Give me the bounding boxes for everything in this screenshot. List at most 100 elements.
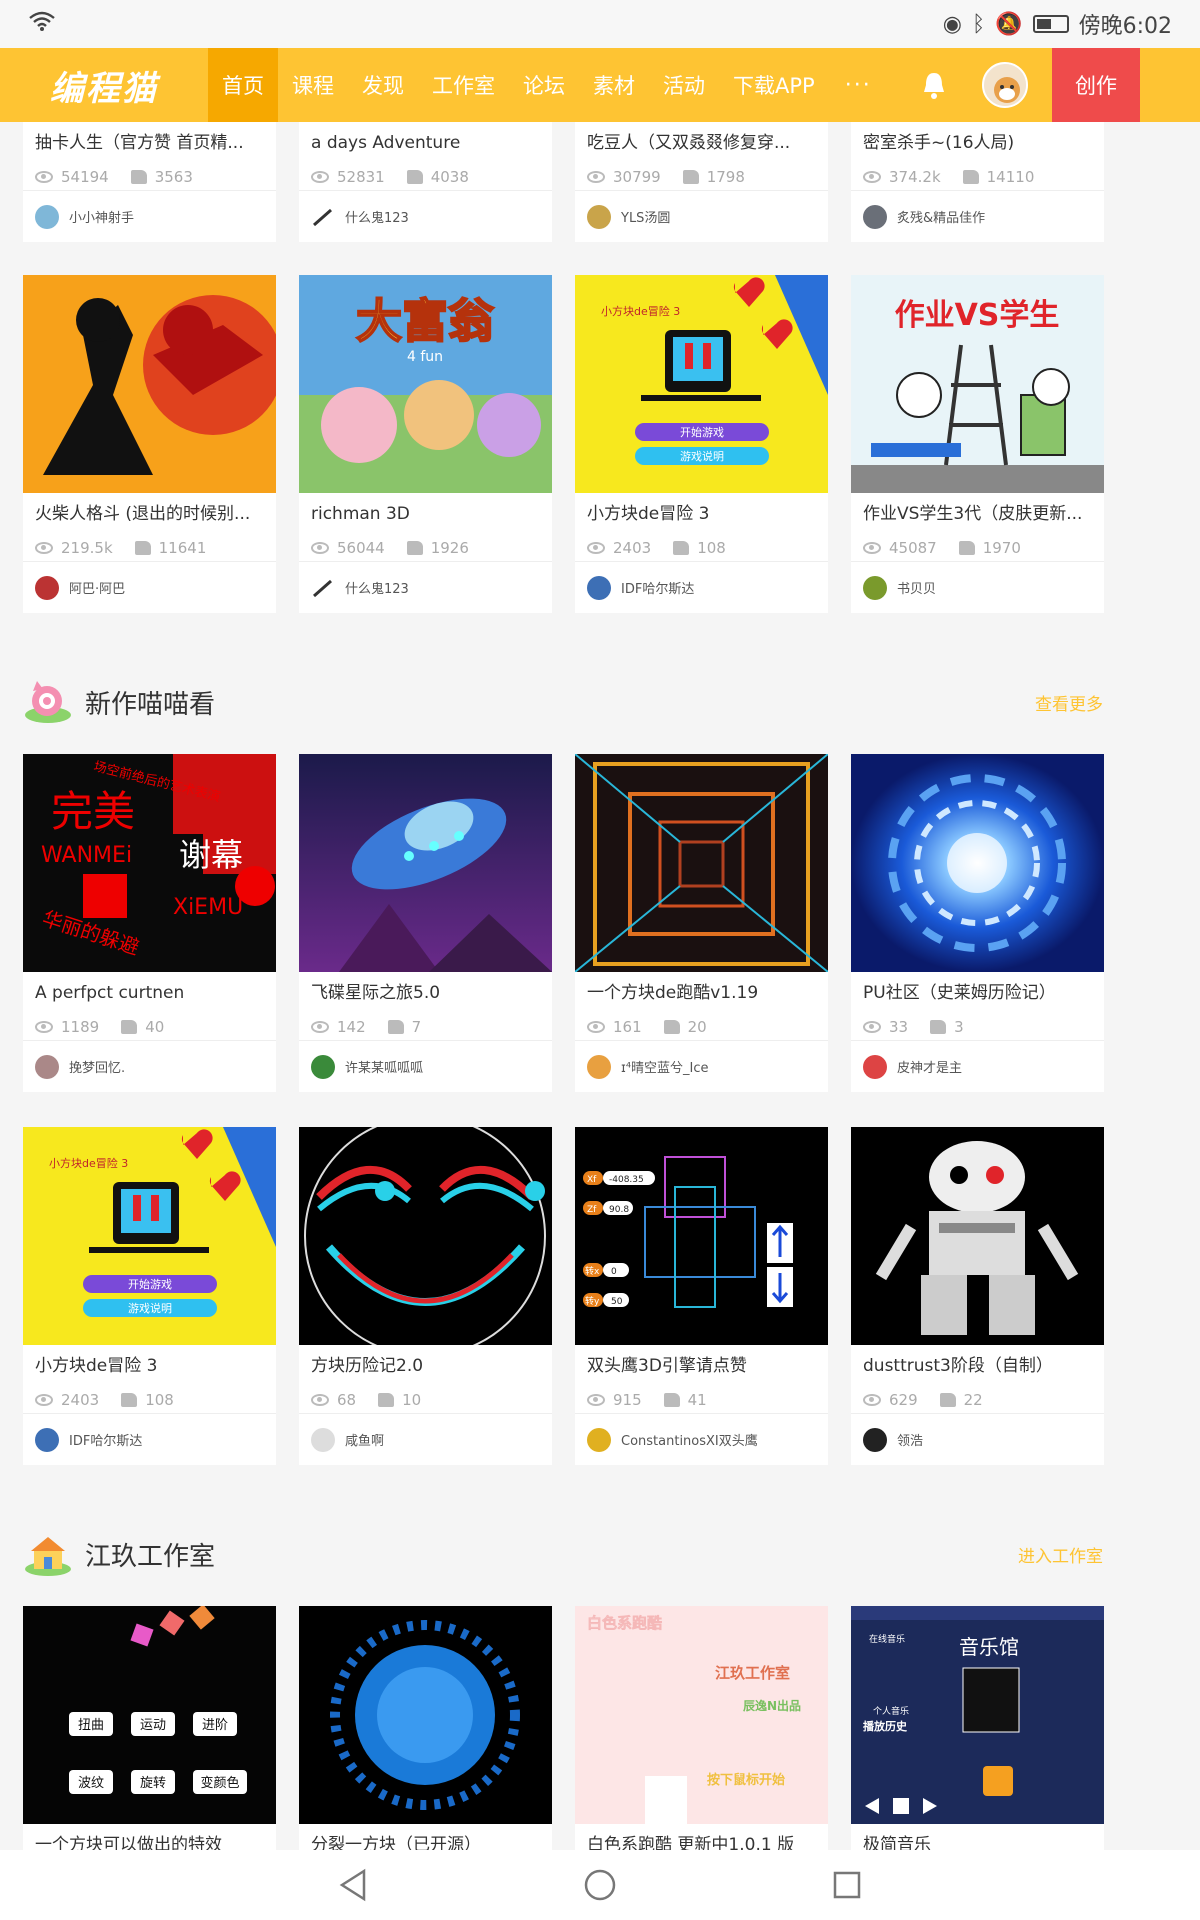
author-name[interactable]: 皮神才是主: [897, 1057, 962, 1076]
nav-events[interactable]: 活动: [649, 48, 719, 122]
work-card[interactable]: 抽卡人生（官方赞 首页精... 54194 3563 小小神射手: [23, 122, 276, 242]
recents-icon[interactable]: [830, 1868, 864, 1902]
work-card[interactable]: 完美 WANMEi 谢幕 XiEMU 华丽的躲避 场空前绝后的艺术表演 A perfpct…: [23, 754, 276, 1092]
author-name[interactable]: ɪ⁴晴空蓝兮_Ice: [621, 1057, 709, 1076]
work-card[interactable]: 飞碟星际之旅5.0 142 7 许某某呱呱呱: [299, 754, 552, 1092]
work-title[interactable]: 火柴人格斗 (退出的时候别...: [23, 493, 276, 535]
work-card[interactable]: 小方块de冒险 3 开始游戏 游戏说明 小方块de冒险 3 2403 108 IDF哈…: [23, 1127, 276, 1465]
back-icon[interactable]: [336, 1868, 370, 1902]
nav-courses[interactable]: 课程: [278, 48, 348, 122]
author-avatar[interactable]: [587, 204, 611, 229]
author-name[interactable]: IDF哈尔斯达: [69, 1430, 142, 1449]
author-name[interactable]: 炙残&精品佳作: [897, 207, 985, 226]
author-avatar[interactable]: [35, 204, 59, 229]
work-card[interactable]: 一个方块de跑酷v1.19 161 20 ɪ⁴晴空蓝兮_Ice: [575, 754, 828, 1092]
author-name[interactable]: YLS汤圆: [621, 207, 670, 226]
work-card[interactable]: 白色系跑酷 江玖工作室 辰逸N出品 按下鼠标开始 白色系跑酷 更新中1.0.1 版: [575, 1606, 828, 1850]
work-thumbnail[interactable]: 小方块de冒险 3 开始游戏 游戏说明: [23, 1127, 276, 1345]
create-button[interactable]: 创作: [1052, 48, 1140, 122]
work-card[interactable]: 分裂一方块（已开源）: [299, 1606, 552, 1850]
author-name[interactable]: 阿巴·阿巴: [69, 578, 125, 597]
nav-studio[interactable]: 工作室: [418, 48, 509, 122]
author-avatar[interactable]: [587, 1427, 611, 1452]
brush-icon[interactable]: [311, 575, 335, 600]
author-avatar[interactable]: [587, 575, 611, 600]
work-thumbnail[interactable]: [851, 754, 1104, 972]
work-title[interactable]: 密室杀手~(16人局): [851, 122, 1104, 164]
work-thumbnail[interactable]: [299, 1127, 552, 1345]
work-thumbnail[interactable]: [575, 754, 828, 972]
work-title[interactable]: 白色系跑酷 更新中1.0.1 版: [575, 1824, 828, 1850]
work-title[interactable]: 一个方块de跑酷v1.19: [575, 972, 828, 1014]
work-title[interactable]: 方块历险记2.0: [299, 1345, 552, 1387]
author-name[interactable]: 咸鱼啊: [345, 1430, 384, 1449]
work-title[interactable]: 抽卡人生（官方赞 首页精...: [23, 122, 276, 164]
author-avatar[interactable]: [35, 1427, 59, 1452]
author-avatar[interactable]: [863, 204, 887, 229]
work-card[interactable]: dusttrust3阶段（自制） 629 22 领浩: [851, 1127, 1104, 1465]
work-title[interactable]: PU社区（史莱姆历险记）: [851, 972, 1104, 1014]
work-thumbnail[interactable]: 扭曲 运动 进阶 波纹 旋转 变颜色: [23, 1606, 276, 1824]
work-title[interactable]: richman 3D: [299, 493, 552, 535]
work-thumbnail[interactable]: Xf -408.35 Zf 90.8 转x 0 转y 50: [575, 1127, 828, 1345]
work-card[interactable]: 吃豆人（又双叒叕修复穿... 30799 1798 YLS汤圆: [575, 122, 828, 242]
work-title[interactable]: dusttrust3阶段（自制）: [851, 1345, 1104, 1387]
nav-download-app[interactable]: 下载APP: [719, 48, 829, 122]
work-card[interactable]: 火柴人格斗 (退出的时候别... 219.5k 11641 阿巴·阿巴: [23, 275, 276, 613]
work-card[interactable]: Xf -408.35 Zf 90.8 转x 0 转y 50 双头鹰3D引擎请点赞 915 41 …: [575, 1127, 828, 1465]
work-title[interactable]: 小方块de冒险 3: [575, 493, 828, 535]
work-title[interactable]: 一个方块可以做出的特效: [23, 1824, 276, 1850]
work-card[interactable]: 方块历险记2.0 68 10 咸鱼啊: [299, 1127, 552, 1465]
work-thumbnail[interactable]: [851, 1127, 1104, 1345]
nav-forum[interactable]: 论坛: [509, 48, 579, 122]
author-avatar[interactable]: [311, 1427, 335, 1452]
author-name[interactable]: 领浩: [897, 1430, 923, 1449]
work-card[interactable]: 大富翁 4 fun richman 3D 56044 1926 什么鬼123: [299, 275, 552, 613]
work-title[interactable]: 小方块de冒险 3: [23, 1345, 276, 1387]
author-avatar[interactable]: [587, 1054, 611, 1079]
site-logo[interactable]: 编程猫: [0, 61, 208, 110]
author-name[interactable]: 什么鬼123: [345, 578, 409, 597]
work-card[interactable]: 密室杀手~(16人局) 374.2k 14110 炙残&精品佳作: [851, 122, 1104, 242]
bell-icon[interactable]: [914, 65, 954, 105]
work-card[interactable]: 作业VS学生 作业VS学生3代（皮肤更新... 45087 1970 书贝贝: [851, 275, 1104, 613]
author-avatar[interactable]: [35, 1054, 59, 1079]
author-avatar[interactable]: [311, 1054, 335, 1079]
work-thumbnail[interactable]: [299, 754, 552, 972]
work-title[interactable]: 分裂一方块（已开源）: [299, 1824, 552, 1850]
enter-studio-link[interactable]: 进入工作室: [1018, 1542, 1103, 1567]
work-title[interactable]: 双头鹰3D引擎请点赞: [575, 1345, 828, 1387]
work-card[interactable]: a days Adventure 52831 4038 什么鬼123: [299, 122, 552, 242]
brush-icon[interactable]: [311, 204, 335, 229]
work-card[interactable]: 扭曲 运动 进阶 波纹 旋转 变颜色 一个方块可以做出的特效: [23, 1606, 276, 1850]
user-avatar[interactable]: [981, 62, 1028, 108]
work-title[interactable]: 吃豆人（又双叒叕修复穿...: [575, 122, 828, 164]
work-thumbnail[interactable]: 音乐馆 在线音乐 个人音乐 播放历史: [851, 1606, 1104, 1824]
home-icon[interactable]: [583, 1868, 617, 1902]
author-name[interactable]: 小小神射手: [69, 207, 134, 226]
work-title[interactable]: 作业VS学生3代（皮肤更新...: [851, 493, 1104, 535]
nav-more-button[interactable]: ···: [829, 73, 888, 98]
author-name[interactable]: 什么鬼123: [345, 207, 409, 226]
author-name[interactable]: 挽梦回忆.: [69, 1057, 125, 1076]
nav-home[interactable]: 首页: [208, 48, 278, 122]
author-name[interactable]: 许某某呱呱呱: [345, 1057, 423, 1076]
work-title[interactable]: 极简音乐: [851, 1824, 1104, 1850]
author-avatar[interactable]: [863, 1054, 887, 1079]
work-title[interactable]: A perfpct curtnen: [23, 972, 276, 1014]
work-title[interactable]: 飞碟星际之旅5.0: [299, 972, 552, 1014]
work-title[interactable]: a days Adventure: [299, 122, 552, 164]
nav-assets[interactable]: 素材: [579, 48, 649, 122]
author-avatar[interactable]: [863, 575, 887, 600]
work-thumbnail[interactable]: 白色系跑酷 江玖工作室 辰逸N出品 按下鼠标开始: [575, 1606, 828, 1824]
author-avatar[interactable]: [35, 575, 59, 600]
work-thumbnail[interactable]: 小方块de冒险 3 开始游戏 游戏说明: [575, 275, 828, 493]
author-name[interactable]: IDF哈尔斯达: [621, 578, 694, 597]
author-name[interactable]: ConstantinosXI双头鹰: [621, 1430, 758, 1449]
view-more-link[interactable]: 查看更多: [1035, 690, 1103, 715]
work-thumbnail[interactable]: 完美 WANMEi 谢幕 XiEMU 华丽的躲避 场空前绝后的艺术表演: [23, 754, 276, 972]
author-avatar[interactable]: [863, 1427, 887, 1452]
work-thumbnail[interactable]: 作业VS学生: [851, 275, 1104, 493]
nav-discover[interactable]: 发现: [348, 48, 418, 122]
author-name[interactable]: 书贝贝: [897, 578, 936, 597]
